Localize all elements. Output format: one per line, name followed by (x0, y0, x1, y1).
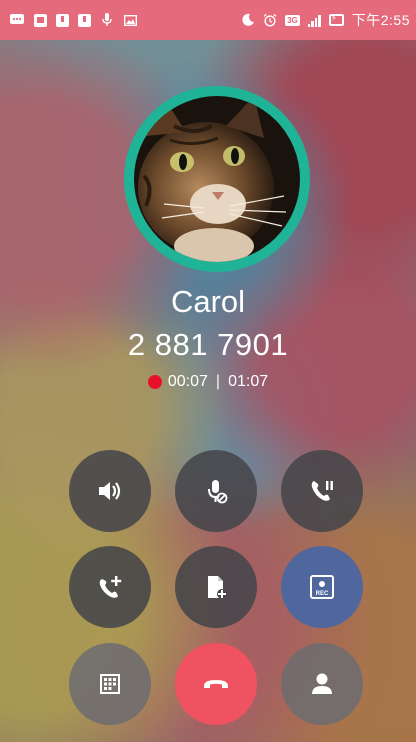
record-label: REC (316, 591, 329, 597)
caller-photo (134, 96, 300, 262)
chat-notification-icon (10, 13, 24, 27)
dialpad-icon (100, 674, 120, 694)
recording-time: 00:07 (167, 373, 208, 390)
alert-notification-icon-2 (78, 13, 91, 27)
dialpad-button[interactable] (69, 643, 151, 725)
mute-button[interactable] (175, 450, 257, 532)
timer-separator: | (215, 373, 221, 390)
kitten-photo-icon (134, 96, 300, 262)
add-call-button[interactable] (69, 546, 151, 628)
image-notification-icon (123, 13, 137, 27)
add-call-icon (99, 576, 122, 598)
alert-notification-icon (56, 13, 69, 27)
contact-icon (312, 673, 332, 694)
hold-call-button[interactable] (281, 450, 363, 532)
speaker-button[interactable] (69, 450, 151, 532)
contacts-button[interactable] (281, 643, 363, 725)
caller-phone-number: 2 881 7901 (127, 327, 289, 362)
caller-avatar (124, 86, 310, 272)
call-duration: 01:07 (228, 373, 269, 390)
status-time: 下午2:55 (351, 12, 410, 28)
microphone-notification-icon (100, 13, 114, 27)
recording-dot-icon (147, 375, 162, 389)
end-call-button[interactable] (175, 643, 257, 725)
record-button[interactable]: REC (281, 546, 363, 628)
record-icon: REC (310, 575, 334, 599)
alarm-icon (263, 13, 277, 27)
signal-strength-icon (307, 14, 321, 27)
add-note-button[interactable] (175, 546, 257, 628)
network-type-badge: 3G (285, 14, 300, 26)
add-note-icon (208, 576, 227, 599)
status-bar: 3G 下午2:55 (0, 0, 416, 40)
screenshot-notification-icon (33, 13, 47, 27)
battery-charging-icon (328, 13, 344, 26)
end-call-icon (204, 680, 228, 688)
call-timer-row: 00:07 | 01:07 (0, 373, 416, 391)
hold-call-icon (311, 481, 333, 501)
do-not-disturb-moon-icon (241, 13, 255, 27)
speaker-icon (99, 482, 121, 500)
mute-mic-icon (208, 480, 228, 504)
caller-name: Carol (170, 284, 246, 319)
